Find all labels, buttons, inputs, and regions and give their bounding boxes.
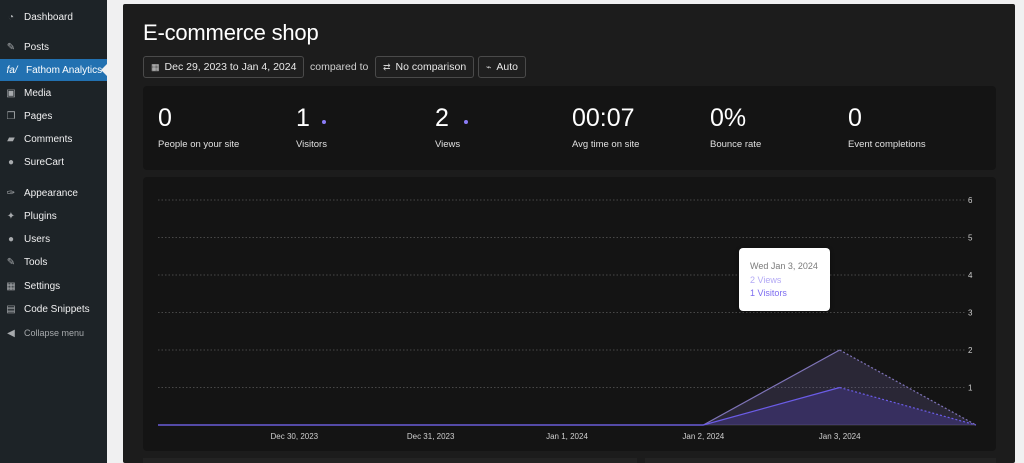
fathom-logo-icon: fa/ <box>6 64 18 76</box>
sidebar-item-label: Users <box>24 233 51 245</box>
bottom-card-left <box>143 458 637 463</box>
stat-value: 2 <box>435 104 449 132</box>
sidebar-item-label: Pages <box>24 110 53 122</box>
traffic-chart-svg: 1 2 3 4 5 6 Dec 30, 2023 Dec 31, 2023 Jan 1, 202… <box>158 196 977 441</box>
sidebar-item-settings[interactable]: ▦ Settings <box>0 275 107 297</box>
y-tick-label: 2 <box>968 346 973 355</box>
surecart-icon: ● <box>7 156 15 168</box>
stat-label: Avg time on site <box>572 139 640 150</box>
page-title: E-commerce shop <box>143 20 319 45</box>
x-tick-label: Jan 2, 2024 <box>682 432 724 441</box>
stat-value: 00:07 <box>572 104 635 132</box>
sidebar-item-dashboard[interactable]: ◔ Dashboard <box>0 6 107 28</box>
sidebar-item-comments[interactable]: ▰ Comments <box>0 128 107 150</box>
sidebar-item-tools[interactable]: ✎ Tools <box>0 251 107 273</box>
sidebar-item-label: Code Snippets <box>24 303 90 315</box>
x-tick-label: Dec 31, 2023 <box>407 432 455 441</box>
date-range-button[interactable]: ▦ Dec 29, 2023 to Jan 4, 2024 <box>143 56 305 78</box>
dashboard-icon: ◔ <box>7 11 15 23</box>
settings-icon: ▦ <box>6 280 16 292</box>
collapse-icon: ◀ <box>7 327 15 339</box>
x-tick-label: Dec 30, 2023 <box>271 432 319 441</box>
tooltip-visitors: 1 Visitors <box>750 288 787 298</box>
y-tick-label: 1 <box>968 384 973 393</box>
pages-icon: ❐ <box>6 110 16 122</box>
calendar-icon: ▦ <box>151 61 160 72</box>
sidebar-item-label: Dashboard <box>24 11 73 23</box>
sidebar-item-code-snippets[interactable]: ▤ Code Snippets <box>0 298 107 320</box>
plugins-icon: ✦ <box>6 210 16 222</box>
sidebar-item-appearance[interactable]: ✑ Appearance <box>0 182 107 204</box>
stat-value: 0 <box>158 104 172 132</box>
sidebar-item-label: Media <box>24 87 52 99</box>
sidebar-item-users[interactable]: ● Users <box>0 228 107 250</box>
visitors-area <box>158 387 976 425</box>
comparison-button[interactable]: ⇄ No comparison <box>375 56 475 78</box>
x-tick-label: Jan 3, 2024 <box>819 432 861 441</box>
sidebar-item-plugins[interactable]: ✦ Plugins <box>0 205 107 227</box>
admin-sidebar: ◔ Dashboard ✎ Posts fa/Fathom Analytics ▣ Medi… <box>0 0 107 463</box>
compared-to-label: compared to <box>310 61 369 73</box>
appearance-icon: ✑ <box>6 187 16 199</box>
sidebar-item-label: Posts <box>24 41 50 53</box>
interval-label: Auto <box>496 61 519 73</box>
stat-label: Visitors <box>296 139 327 150</box>
sidebar-item-label: Tools <box>24 256 48 268</box>
stat-value: 0 <box>848 104 862 132</box>
bottom-card-right <box>645 458 996 463</box>
sidebar-item-label: Settings <box>24 280 61 292</box>
sidebar-item-collapse-menu[interactable]: ◀ Collapse menu <box>0 322 107 344</box>
comments-icon: ▰ <box>7 133 15 145</box>
stat-label: Views <box>435 139 461 150</box>
stat-value: 1 <box>296 104 310 132</box>
date-range-label: Dec 29, 2023 to Jan 4, 2024 <box>164 61 297 73</box>
sidebar-item-label: Plugins <box>24 210 57 222</box>
chart-tooltip: Wed Jan 3, 2024 2 Views 1 Visitors <box>739 248 830 311</box>
sidebar-item-label: SureCart <box>24 156 65 168</box>
pin-icon: ✎ <box>6 41 16 53</box>
stat-label: Event completions <box>848 139 926 150</box>
compare-icon: ⇄ <box>383 61 391 72</box>
stats-card: 0 People on your site 1 Visitors 2 Views… <box>143 86 996 170</box>
line-chart-icon: ⌁ <box>486 61 492 72</box>
comparison-label: No comparison <box>395 61 467 73</box>
sidebar-item-label: Fathom Analytics <box>26 64 103 76</box>
sidebar-item-posts[interactable]: ✎ Posts <box>0 36 107 58</box>
visitors-series-dot <box>322 120 326 124</box>
sidebar-item-label: Collapse menu <box>24 328 85 338</box>
sidebar-item-label: Appearance <box>24 187 78 199</box>
traffic-chart[interactable]: 1 2 3 4 5 6 Dec 30, 2023 Dec 31, 2023 Jan 1, 202… <box>143 177 996 451</box>
media-icon: ▣ <box>6 87 16 99</box>
sidebar-item-surecart[interactable]: ● SureCart <box>0 151 107 173</box>
tools-icon: ✎ <box>6 256 16 268</box>
code-snippets-icon: ▤ <box>6 303 16 315</box>
sidebar-item-fathom-analytics[interactable]: fa/Fathom Analytics <box>0 59 107 81</box>
y-tick-label: 4 <box>968 271 973 280</box>
interval-button[interactable]: ⌁ Auto <box>478 56 527 78</box>
stat-label: Bounce rate <box>710 139 762 150</box>
sidebar-item-label: Comments <box>24 133 73 145</box>
y-tick-label: 3 <box>968 309 973 318</box>
stat-label: People on your site <box>158 139 240 150</box>
sidebar-item-pages[interactable]: ❐ Pages <box>0 105 107 127</box>
tooltip-date: Wed Jan 3, 2024 <box>750 261 818 271</box>
y-tick-label: 6 <box>968 196 973 205</box>
tooltip-views: 2 Views <box>750 274 782 285</box>
x-tick-label: Jan 1, 2024 <box>546 432 588 441</box>
views-series-dot <box>464 120 468 124</box>
y-tick-label: 5 <box>968 234 973 243</box>
stat-value: 0% <box>710 104 747 132</box>
sidebar-item-media[interactable]: ▣ Media <box>0 82 107 104</box>
users-icon: ● <box>7 233 15 245</box>
